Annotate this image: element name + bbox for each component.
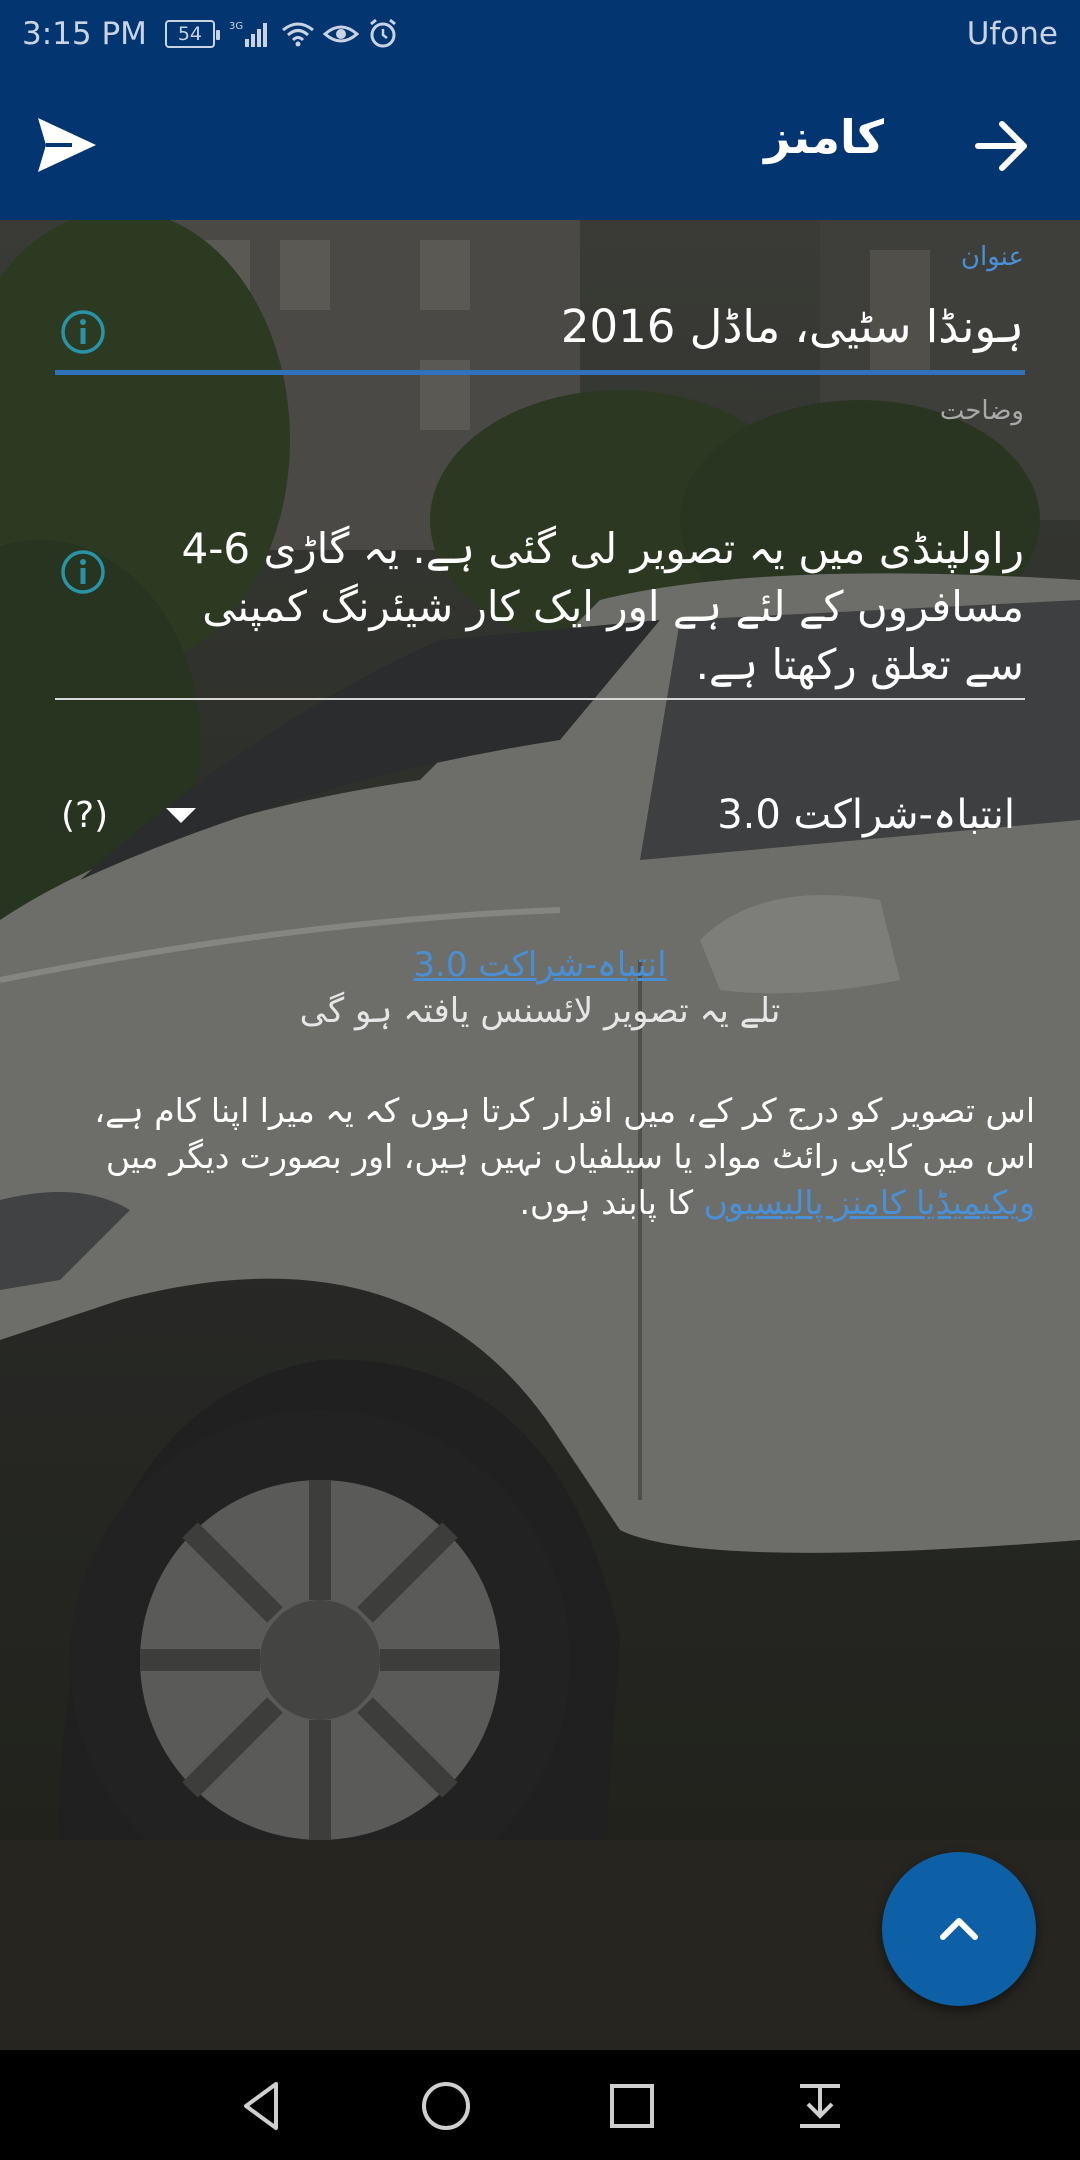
nav-recents-icon[interactable] <box>604 2078 660 2134</box>
battery-icon: 54 <box>164 20 220 48</box>
status-bar: 3:15 PM 54 3G Ufone <box>0 0 1080 68</box>
alarm-icon <box>369 18 396 48</box>
battery-level: 54 <box>177 23 203 45</box>
info-icon[interactable] <box>60 549 106 595</box>
info-icon[interactable] <box>60 309 106 355</box>
chevron-up-icon <box>940 1918 978 1940</box>
description-label: وضاحت <box>939 396 1024 426</box>
title-input[interactable]: ہونڈا سٹیی، ماڈل 2016 <box>561 300 1024 353</box>
system-nav-bar <box>0 2050 1080 2160</box>
title-label: عنوان <box>960 242 1024 272</box>
license-link[interactable]: انتباہ-شراکت 3.0 <box>413 945 666 985</box>
signal-icon: 3G <box>229 21 267 47</box>
app-toolbar: کامنز <box>0 68 1080 220</box>
license-note: انتباہ-شراکت 3.0 تلے یہ تصویر لائسنس یاف… <box>240 942 840 1034</box>
description-underline <box>55 698 1025 700</box>
eye-icon <box>322 25 359 43</box>
toolbar-title: کامنز <box>764 110 884 164</box>
license-note-text: تلے یہ تصویر لائسنس یافتہ ہو گی <box>299 991 781 1031</box>
declaration-text: اس تصویر کو درج کر کے، میں اقرار کرتا ہو… <box>75 1088 1035 1226</box>
nav-notifications-icon[interactable] <box>792 2078 848 2134</box>
license-selector[interactable]: (?) انتباہ-شراکت 3.0 <box>55 780 1025 850</box>
license-help-link[interactable]: (?) <box>61 795 108 836</box>
description-input[interactable]: راولپنڈی میں یہ تصویر لی گئی ہے. یہ گاڑی… <box>144 520 1025 694</box>
commons-policy-link[interactable]: ویکیمیڈیا کامنز پالیسیوں <box>704 1183 1035 1222</box>
dropdown-caret-icon[interactable] <box>166 807 197 823</box>
send-icon[interactable] <box>36 114 98 176</box>
status-time: 3:15 PM <box>22 16 147 52</box>
license-selected-value[interactable]: انتباہ-شراکت 3.0 <box>717 792 1015 838</box>
declaration-text-after: کا پابند ہوں. <box>519 1183 704 1222</box>
wifi-icon <box>281 22 314 47</box>
carrier-name: Ufone <box>966 16 1058 52</box>
arrow-forward-icon[interactable] <box>974 118 1030 174</box>
status-left: 3:15 PM 54 3G <box>22 16 399 52</box>
nav-home-icon[interactable] <box>418 2078 474 2134</box>
network-type: 3G <box>229 21 243 32</box>
status-icons: 3G <box>229 18 399 50</box>
declaration-text-before: اس تصویر کو درج کر کے، میں اقرار کرتا ہو… <box>94 1091 1035 1176</box>
expand-up-button[interactable] <box>882 1852 1036 2006</box>
title-underline <box>55 370 1025 375</box>
nav-back-icon[interactable] <box>234 2078 290 2134</box>
